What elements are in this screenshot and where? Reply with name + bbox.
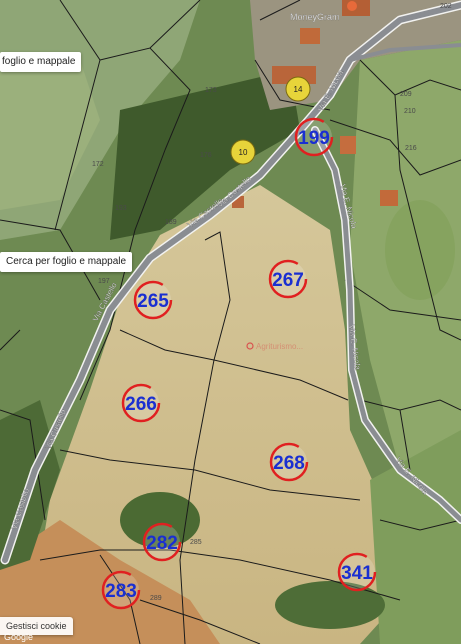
cluster-marker[interactable]: 14: [285, 76, 311, 102]
parcel-marker[interactable]: 265: [133, 280, 173, 320]
google-attribution: Google: [4, 632, 34, 642]
parcel-marker-label: 282: [146, 533, 178, 554]
parcel-number: 189: [165, 219, 177, 226]
map-canvas[interactable]: Via Castello Via Castello Via Castello V…: [0, 0, 461, 644]
parcel-marker[interactable]: 341: [337, 552, 377, 592]
parcel-marker-label: 267: [272, 270, 304, 291]
parcel-number: 197: [98, 278, 110, 285]
parcel-marker[interactable]: 268: [269, 442, 309, 482]
parcel-marker[interactable]: 283: [101, 570, 141, 610]
parcel-marker[interactable]: 266: [121, 383, 161, 423]
parcel-marker-label: 199: [298, 128, 330, 149]
poi-pin-icon[interactable]: [347, 1, 357, 11]
parcel-number: 285: [190, 539, 202, 546]
poi-label: MoneyGram: [290, 12, 340, 22]
parcel-number: 289: [150, 595, 162, 602]
parcel-number: 210: [404, 108, 416, 115]
building: [300, 28, 320, 44]
building: [380, 190, 398, 206]
tree-cluster-2: [275, 581, 385, 629]
parcel-marker-label: 268: [273, 453, 305, 474]
poi-label-faded: Agriturismo...: [256, 342, 303, 351]
parcel-marker-label: 266: [125, 394, 157, 415]
svg-text:10: 10: [239, 148, 248, 157]
building: [340, 136, 356, 154]
parcel-number: 172: [92, 161, 104, 168]
parcel-marker[interactable]: 199: [294, 117, 334, 157]
parcel-number: 209: [400, 91, 412, 98]
parcel-marker-label: 283: [105, 581, 137, 602]
parcel-marker-label: 341: [341, 563, 373, 584]
cluster-marker[interactable]: 10: [230, 139, 256, 165]
search-parcel-button-top[interactable]: foglio e mappale: [0, 52, 82, 72]
parcel-marker[interactable]: 282: [142, 522, 182, 562]
parcel-number: 193: [115, 205, 127, 212]
parcel-marker[interactable]: 267: [268, 259, 308, 299]
parcel-number: 173: [205, 87, 217, 94]
parcel-number: 176: [200, 152, 212, 159]
svg-text:14: 14: [294, 85, 303, 94]
search-parcel-button[interactable]: Cerca per foglio e mappale: [0, 252, 133, 272]
parcel-number: 216: [405, 145, 417, 152]
parcel-number: 202: [440, 3, 452, 10]
parcel-marker-label: 265: [137, 291, 169, 312]
